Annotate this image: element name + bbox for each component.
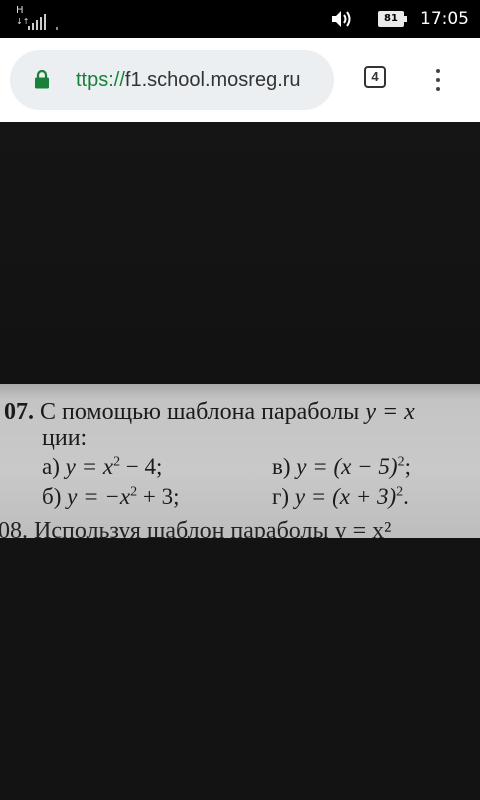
item-exponent: 2 [113, 454, 121, 470]
lock-icon [35, 69, 49, 89]
item-label: б) [42, 484, 62, 509]
photo-dark-region-bottom [0, 538, 480, 800]
url-host: f1.school.mosreg.ru [124, 69, 301, 91]
item-expression: y = −x [67, 484, 131, 509]
browser-toolbar: ttps://f1.school.mosreg.ru 4 [0, 38, 480, 122]
item-exponent: 2 [397, 454, 405, 470]
problem-statement-math: y = x [365, 399, 415, 425]
problem-statement: С помощью шаблона параболы [40, 399, 360, 425]
problem-statement-cont: ции: [42, 425, 88, 451]
exercise-item-a: а) y = x2 − 4; [42, 454, 162, 480]
tab-switcher-button[interactable]: 4 [364, 66, 386, 88]
exercise-item-g: г) y = (x + 3)2. [272, 484, 409, 510]
problem-number: 07. [4, 399, 34, 425]
exercise-item-b: б) y = −x2 + 3; [42, 484, 179, 510]
item-expression: y = (x + 3) [294, 484, 397, 509]
exercise-item-v: в) y = (x − 5)2; [272, 454, 411, 480]
item-expression-rest: + 3; [137, 484, 180, 509]
item-label: а) [42, 454, 60, 479]
network-activity: ↓↑ [16, 17, 30, 26]
battery-indicator: 81 [378, 11, 407, 27]
camera-photo: 07. С помощью шаблона параболы y = x ции… [0, 122, 480, 800]
volume-icon [332, 11, 351, 27]
item-expression: y = (x − 5) [296, 454, 398, 479]
item-expression-rest: − 4; [120, 454, 163, 479]
address-bar[interactable]: ttps://f1.school.mosreg.ru [10, 50, 334, 110]
textbook-page-strip: 07. С помощью шаблона параболы y = x ции… [0, 384, 480, 538]
more-vert-icon[interactable] [430, 66, 446, 94]
item-label: г) [272, 484, 290, 509]
item-expression: y = x [65, 454, 114, 479]
network-type: H [16, 5, 24, 16]
status-clock: 17:05 [420, 9, 469, 29]
next-problem-cut-text: 08. Используя шаблон параболы y = x² [0, 518, 392, 538]
photo-dark-region-top [0, 122, 480, 384]
signal-bars-icon: H ↓↑ [16, 6, 68, 32]
status-bar: H ↓↑ 81 17:05 [0, 0, 480, 38]
item-expression-rest: . [403, 484, 409, 509]
url-text[interactable]: ttps://f1.school.mosreg.ru [76, 66, 301, 94]
url-scheme: ttps:// [76, 69, 125, 91]
item-expression-rest: ; [404, 454, 411, 479]
item-label: в) [272, 454, 291, 479]
